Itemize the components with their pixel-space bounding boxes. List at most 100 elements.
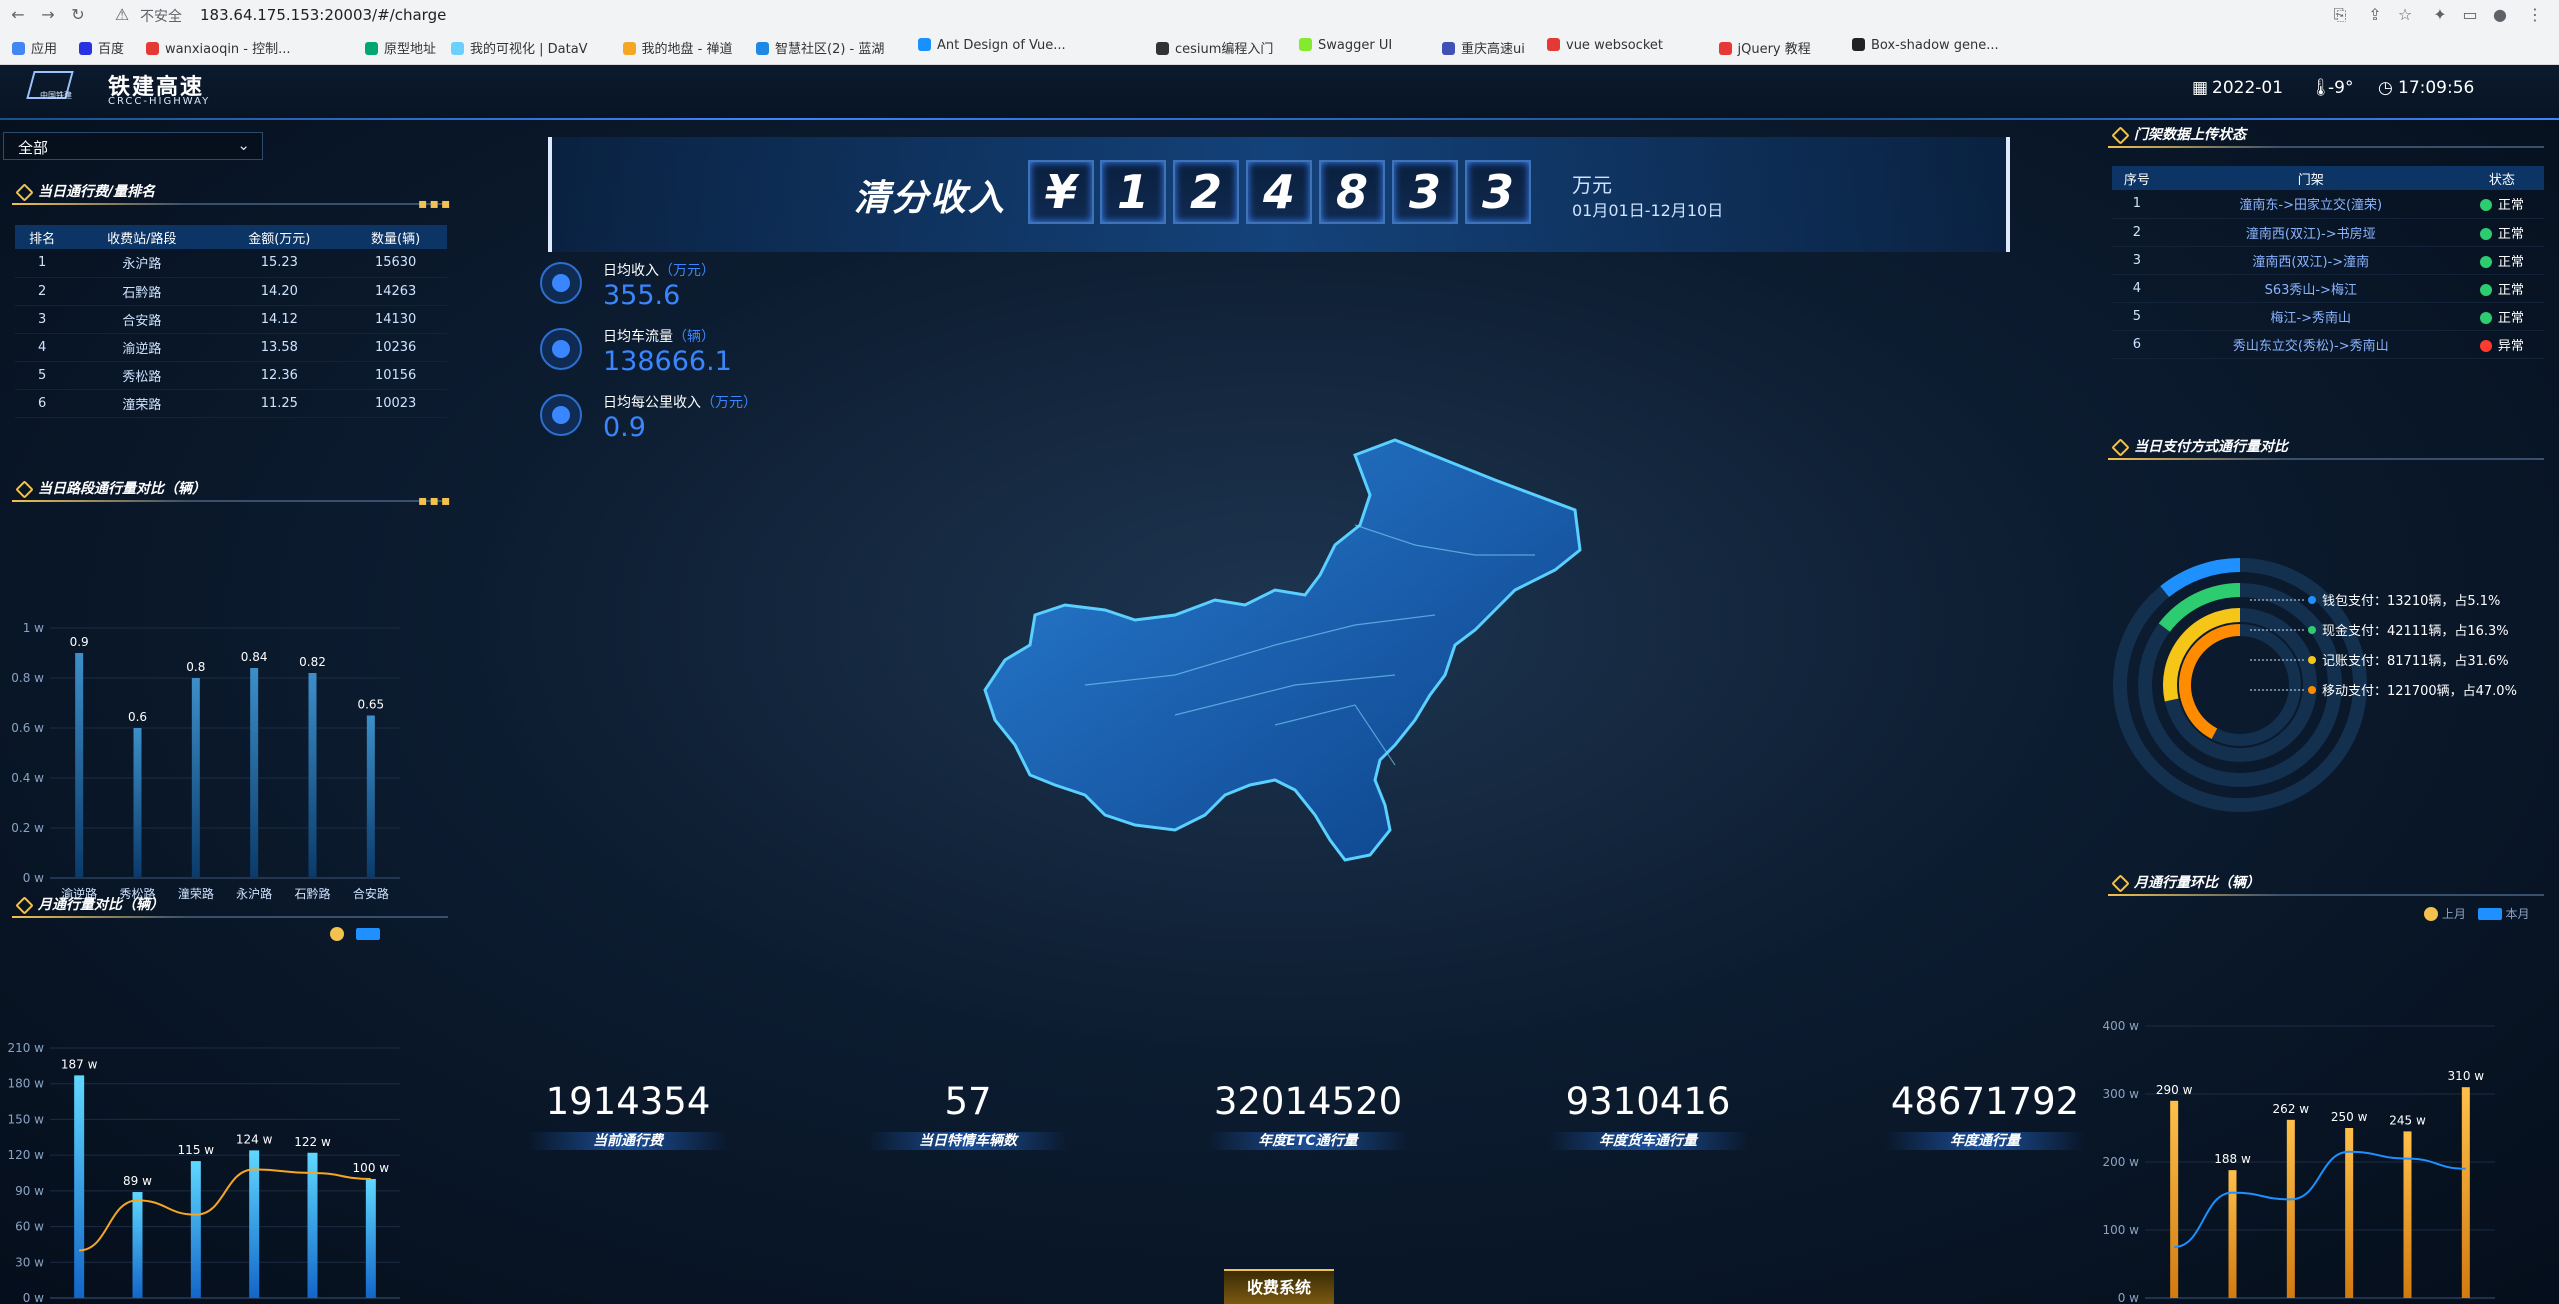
bookmark-label: wanxiaoqin - 控制... — [165, 42, 291, 57]
table-header-row: 序号 门架 状态 — [2112, 166, 2544, 190]
bar[interactable] — [2345, 1128, 2354, 1298]
bookmark-item[interactable]: 应用 — [12, 38, 57, 57]
bar[interactable] — [250, 668, 259, 878]
reload-icon[interactable]: ↻ — [68, 5, 88, 25]
share-icon[interactable]: ⇪ — [2365, 5, 2385, 25]
panel-title-icon — [15, 480, 34, 499]
table-cell: 潼南东->田家立交(潼荣) — [2161, 190, 2460, 219]
table-row[interactable]: 4 S63秀山->梅江 正常 — [2112, 274, 2544, 303]
bar[interactable] — [307, 1152, 318, 1298]
panel-title-icon — [2111, 874, 2130, 893]
table-row[interactable]: 3 潼南西(双江)->潼南 正常 — [2112, 246, 2544, 275]
bookmark-item[interactable]: Box-shadow gene... — [1852, 38, 1999, 53]
panel-title-line — [12, 916, 448, 918]
menu-icon[interactable]: ⋮ — [2525, 5, 2545, 25]
check-icon — [2479, 199, 2492, 212]
road-chart-title: 当日路段通行量对比（辆） — [12, 477, 448, 502]
data-label: 250 w — [2331, 1110, 2368, 1124]
bookmark-label: 智慧社区(2) - 蓝湖 — [775, 42, 885, 57]
data-label: 262 w — [2273, 1102, 2310, 1116]
y-tick-label: 120 w — [7, 1148, 44, 1162]
map-region-shape[interactable] — [983, 438, 1582, 862]
bar[interactable] — [2286, 1119, 2295, 1298]
star-icon[interactable]: ☆ — [2395, 5, 2415, 25]
table-row[interactable]: 5 梅江->秀南山 正常 — [2112, 302, 2544, 331]
table-cell: 6 — [2112, 330, 2162, 359]
legend-line-icon[interactable] — [2424, 907, 2438, 921]
bottom-stat-label: 年度货车通行量 — [1548, 1132, 1748, 1150]
insecure-label[interactable]: 不安全 — [140, 6, 182, 26]
table-row[interactable]: 1 永沪路 15.23 15630 — [15, 249, 447, 278]
bookmark-item[interactable]: 百度 — [79, 38, 124, 57]
table-row[interactable]: 4 渝逆路 13.58 10236 — [15, 333, 447, 362]
bar[interactable] — [74, 1075, 85, 1298]
chevron-down-icon: ⌄ — [237, 136, 250, 154]
table-row[interactable]: 6 秀山东立交(秀松)->秀南山 异常 — [2112, 330, 2544, 359]
bookmark-label: 重庆高速ui — [1461, 42, 1525, 57]
table-row[interactable]: 1 潼南东->田家立交(潼荣) 正常 — [2112, 190, 2544, 219]
table-row[interactable]: 5 秀松路 12.36 10156 — [15, 361, 447, 390]
gantry-table: 序号 门架 状态 1 潼南东->田家立交(潼荣) 正常 2 潼南西(双江)->书房垭 正常 3 潼南… — [2112, 166, 2544, 359]
profile-icon[interactable]: ● — [2490, 5, 2510, 25]
legend-bar-icon[interactable] — [355, 928, 380, 940]
table-row[interactable]: 6 潼荣路 11.25 10023 — [15, 389, 447, 418]
bookmark-item[interactable]: 我的可视化 | DataV — [451, 38, 588, 57]
bar[interactable] — [75, 653, 84, 878]
bookmark-item[interactable]: 重庆高速ui — [1442, 38, 1525, 57]
forward-icon[interactable]: → — [38, 5, 58, 25]
stat-label-text: 日均每公里收入 — [603, 395, 701, 411]
bar[interactable] — [308, 673, 317, 878]
extensions-icon[interactable]: ✦ — [2430, 5, 2450, 25]
table-row[interactable]: 2 潼南西(双江)->书房垭 正常 — [2112, 218, 2544, 247]
bookmark-item[interactable]: 智慧社区(2) - 蓝湖 — [756, 38, 884, 57]
table-row[interactable]: 2 石黔路 14.20 14263 — [15, 277, 447, 306]
bookmark-item[interactable]: wanxiaoqin - 控制... — [146, 38, 291, 57]
data-label: 124 w — [236, 1132, 273, 1146]
bookmark-item[interactable]: 原型地址 — [365, 38, 436, 57]
legend-this-month[interactable]: 本月 — [2506, 907, 2530, 921]
region-select-value: 全部 — [18, 139, 49, 157]
payment-ring-chart: 钱包支付：13210辆，占5.1% 现金支付：42111辆，占16.3% 记账支付：… — [2113, 558, 2517, 812]
bookmark-item[interactable]: Ant Design of Vue... — [918, 38, 1066, 53]
address-bar[interactable]: 183.64.175.153:20003/#/charge — [200, 6, 446, 24]
charge-system-button[interactable]: 收费系统 — [1224, 1269, 1334, 1304]
ring-segment[interactable] — [2179, 624, 2241, 739]
region-select[interactable]: 全部 ⌄ — [3, 132, 263, 160]
bar[interactable] — [249, 1150, 260, 1298]
table-cell: 潼南西(双江)->书房垭 — [2161, 218, 2460, 247]
legend-bar-icon[interactable] — [2477, 908, 2502, 920]
bar[interactable] — [133, 728, 142, 878]
bar[interactable] — [365, 1178, 376, 1298]
table-row[interactable]: 3 合安路 14.12 14130 — [15, 305, 447, 334]
bar[interactable] — [2403, 1131, 2412, 1298]
table-cell: 梅江->秀南山 — [2161, 302, 2460, 331]
y-tick-label: 0 w — [23, 871, 44, 885]
back-icon[interactable]: ← — [8, 5, 28, 25]
bookmark-item[interactable]: vue websocket — [1547, 38, 1663, 53]
warning-icon[interactable]: ⚠ — [112, 5, 132, 25]
legend-line-icon[interactable] — [330, 927, 344, 941]
bar[interactable] — [2461, 1087, 2470, 1298]
y-tick-label: 0.2 w — [11, 821, 44, 835]
bar[interactable] — [132, 1192, 143, 1298]
month-chart-legend[interactable] — [330, 927, 380, 941]
bar[interactable] — [191, 678, 200, 878]
bookmark-item[interactable]: Swagger UI — [1299, 38, 1392, 53]
bookmark-item[interactable]: 我的地盘 - 禅道 — [622, 38, 732, 57]
bookmark-item[interactable]: cesium编程入门 — [1156, 38, 1273, 57]
legend-prev-month[interactable]: 上月 — [2442, 907, 2466, 921]
bar[interactable] — [2228, 1170, 2237, 1298]
bookmark-item[interactable]: jQuery 教程 — [1718, 38, 1811, 57]
bar[interactable] — [190, 1161, 201, 1298]
month-ring-legend[interactable]: 上月 本月 — [2424, 905, 2530, 922]
sidepanel-icon[interactable]: ▭ — [2460, 5, 2480, 25]
chongqing-map[interactable] — [975, 385, 1585, 885]
bookmark-label: 百度 — [98, 42, 125, 57]
payment-legend-label: 记账支付：81711辆，占31.6% — [2322, 654, 2509, 669]
status-cell: 正常 — [2459, 302, 2544, 331]
bar[interactable] — [2170, 1100, 2179, 1298]
status-cell: 正常 — [2459, 218, 2544, 247]
table-cell: 永沪路 — [69, 249, 215, 278]
translate-icon[interactable]: ⎘ — [2330, 5, 2350, 25]
bar[interactable] — [366, 715, 375, 879]
